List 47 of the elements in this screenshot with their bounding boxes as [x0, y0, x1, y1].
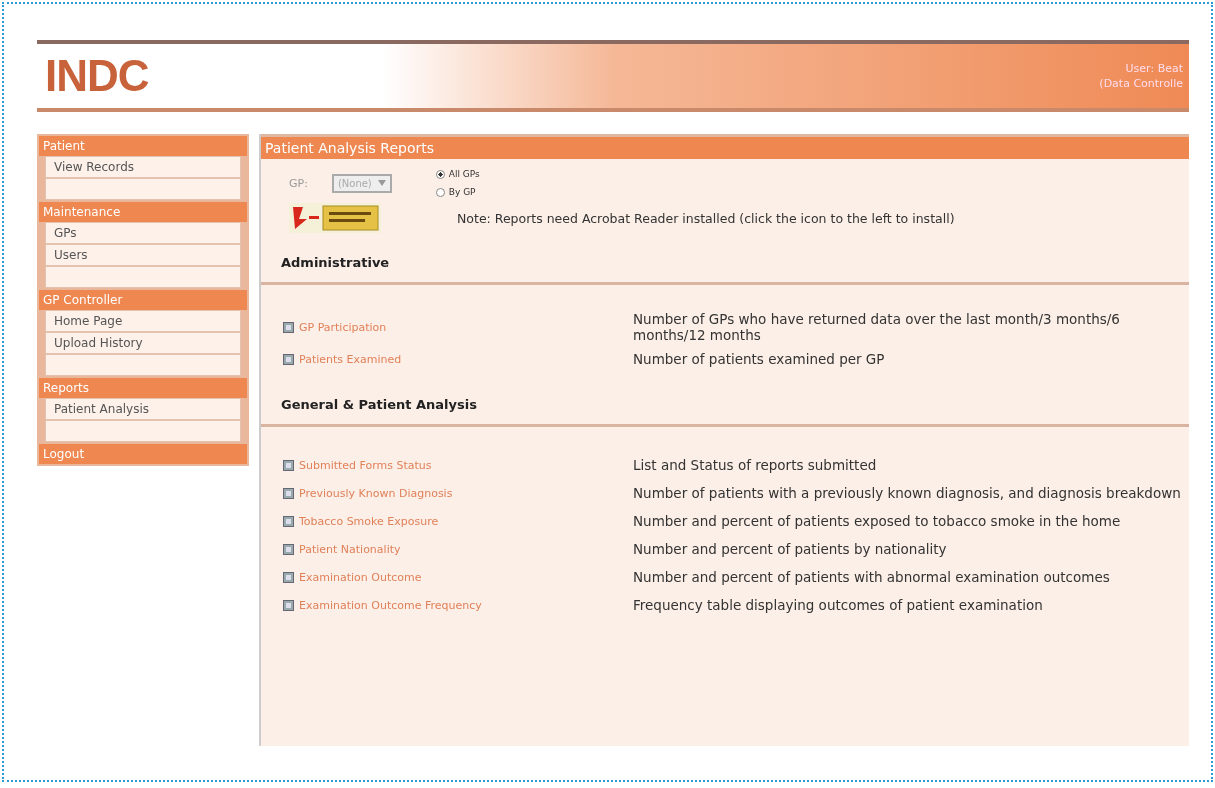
report-link[interactable]: Tobacco Smoke Exposure [283, 514, 633, 528]
acrobat-reader-icon[interactable] [289, 203, 381, 233]
sidebar-heading[interactable]: Logout [39, 444, 247, 464]
sidebar-item[interactable]: GPs [45, 222, 241, 244]
caret-icon [377, 180, 386, 186]
user-name: User: Beat [1125, 62, 1183, 75]
note-text: Note: Reports need Acrobat Reader installed (click the icon to the left to install) [457, 210, 955, 226]
report-link[interactable]: Submitted Forms Status [283, 458, 633, 472]
sidebar-item[interactable]: Patient Analysis [45, 398, 241, 420]
report-description: Number of patients examined per GP [633, 351, 886, 367]
report-link[interactable]: Examination Outcome Frequency [283, 598, 633, 612]
sidebar-item[interactable]: Users [45, 244, 241, 266]
report-description: Number of GPs who have returned data over the last month/3 months/6 months/12 months [633, 311, 1121, 343]
scope-radio[interactable]: By GP [435, 187, 480, 197]
pdf-report-icon [283, 459, 294, 471]
report-description: Number and percent of patients with abnormal examination outcomes [633, 569, 1111, 585]
report-description: Frequency table displaying outcomes of patient examination [633, 597, 1044, 613]
pdf-report-icon [283, 321, 294, 333]
logo: INDC [45, 51, 149, 101]
pdf-report-icon [283, 543, 294, 555]
scope-radio[interactable]: All GPs [435, 169, 480, 179]
panel-title: Patient Analysis Reports [261, 134, 1189, 159]
report-description: Number and percent of patients exposed to tobacco smoke in the home [633, 513, 1122, 529]
report-link[interactable]: Examination Outcome [283, 570, 633, 584]
section-heading: General & Patient Analysis [261, 375, 1189, 427]
report-description: List and Status of reports submitted [633, 457, 878, 473]
sidebar-heading: Maintenance [39, 202, 247, 222]
sidebar-item[interactable]: Home Page [45, 310, 241, 332]
pdf-report-icon [283, 571, 294, 583]
section-heading: Administrative [261, 233, 1189, 285]
sidebar-item[interactable]: View Records [45, 156, 241, 178]
sidebar-heading: Patient [39, 136, 247, 156]
pdf-report-icon [283, 353, 294, 365]
sidebar-item[interactable]: Upload History [45, 332, 241, 354]
sidebar-heading: Reports [39, 378, 247, 398]
sidebar-heading: GP Controller [39, 290, 247, 310]
report-link[interactable]: GP Participation [283, 320, 633, 334]
report-link[interactable]: Patients Examined [283, 352, 633, 366]
pdf-report-icon [283, 599, 294, 611]
pdf-report-icon [283, 515, 294, 527]
gp-label: GP: [289, 176, 308, 190]
report-description: Number of patients with a previously known diagnosis, and diagnosis breakdown [633, 485, 1182, 501]
pdf-report-icon [283, 487, 294, 499]
report-description: Number and percent of patients by nationality [633, 541, 948, 557]
report-link[interactable]: Previously Known Diagnosis [283, 486, 633, 500]
user-role: (Data Controlle [1099, 77, 1183, 90]
report-link[interactable]: Patient Nationality [283, 542, 633, 556]
